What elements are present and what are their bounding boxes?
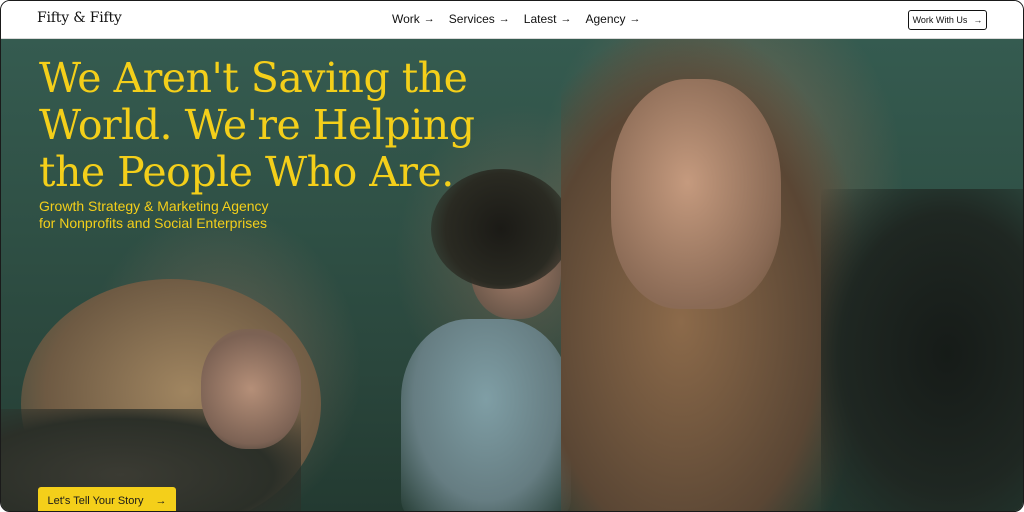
hero-subheadline: Growth Strategy & Marketing Agency for N… <box>39 198 269 232</box>
nav-item-label: Services <box>448 12 495 26</box>
hero-subheadline-line: Growth Strategy & Marketing Agency <box>39 198 269 214</box>
nav-item-label: Agency <box>585 12 626 26</box>
hero-subheadline-line: for Nonprofits and Social Enterprises <box>39 215 267 231</box>
top-navigation-bar: Fifty & Fifty Work → Services → Latest →… <box>1 1 1023 39</box>
logo-word-second: Fifty <box>89 10 122 26</box>
nav-item-work[interactable]: Work → <box>392 12 435 26</box>
work-with-us-button[interactable]: Work With Us → <box>908 10 987 30</box>
logo-word-first: Fifty <box>37 10 69 26</box>
nav-item-agency[interactable]: Agency → <box>586 12 641 26</box>
nav-item-services[interactable]: Services → <box>449 12 510 26</box>
hero-headline-line: the People Who Are. <box>39 148 454 196</box>
hero-photo-person-left-face <box>201 329 301 449</box>
hero-headline-line: We Aren't Saving the <box>39 54 468 102</box>
arrow-right-icon: → <box>423 13 435 25</box>
hero-headline-line: World. We're Helping <box>39 101 475 149</box>
main-nav: Work → Services → Latest → Agency → <box>392 12 641 26</box>
arrow-right-icon: → <box>498 13 510 25</box>
arrow-right-icon: → <box>155 494 167 507</box>
arrow-right-icon: → <box>973 15 983 25</box>
hero-section: We Aren't Saving the World. We're Helpin… <box>1 39 1023 511</box>
hero-headline: We Aren't Saving the World. We're Helpin… <box>39 55 479 196</box>
nav-item-label: Latest <box>523 12 557 26</box>
tell-your-story-label: Let's Tell Your Story <box>47 494 144 507</box>
work-with-us-label: Work With Us <box>912 15 968 25</box>
nav-item-latest[interactable]: Latest → <box>524 12 572 26</box>
hero-photo-background-figure <box>821 189 1023 511</box>
hero-photo-person-middle-shirt <box>401 319 571 511</box>
logo-ampersand: & <box>73 10 86 26</box>
site-logo[interactable]: Fifty & Fifty <box>37 10 122 26</box>
browser-frame: Fifty & Fifty Work → Services → Latest →… <box>0 0 1024 512</box>
tell-your-story-button[interactable]: Let's Tell Your Story → <box>38 487 176 511</box>
hero-photo-person-right-face <box>611 79 781 309</box>
arrow-right-icon: → <box>560 13 572 25</box>
nav-item-label: Work <box>392 12 420 26</box>
arrow-right-icon: → <box>629 13 641 25</box>
